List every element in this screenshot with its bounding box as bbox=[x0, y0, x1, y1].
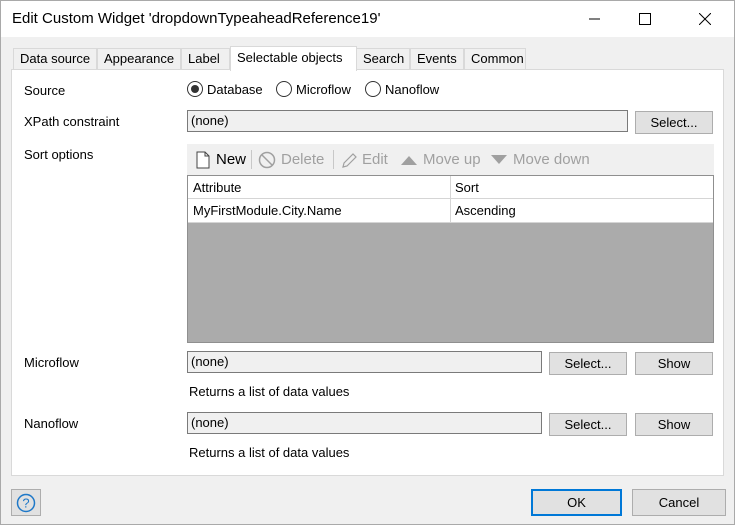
close-icon bbox=[699, 13, 711, 25]
toolbar-divider bbox=[251, 150, 252, 169]
column-header-attribute[interactable]: Attribute bbox=[188, 176, 451, 198]
ok-button[interactable]: OK bbox=[531, 489, 622, 516]
radio-database[interactable]: Database bbox=[187, 81, 263, 97]
maximize-icon bbox=[639, 13, 651, 25]
dialog-window: Edit Custom Widget 'dropdownTypeaheadRef… bbox=[0, 0, 735, 525]
sort-toolbar: New Delete Edit Move up Move down bbox=[187, 144, 714, 175]
toolbar-divider bbox=[333, 150, 334, 169]
tab-label[interactable]: Label bbox=[181, 48, 230, 70]
xpath-field[interactable]: (none) bbox=[187, 110, 628, 132]
nanoflow-label: Nanoflow bbox=[24, 416, 79, 431]
sort-move-down-label: Move down bbox=[513, 151, 590, 168]
sort-new-button[interactable]: New bbox=[195, 144, 246, 175]
radio-checked-icon bbox=[187, 81, 203, 97]
sort-new-label: New bbox=[216, 151, 247, 168]
minimize-icon bbox=[589, 18, 600, 20]
sort-options-grid: Attribute Sort MyFirstModule.City.Name A… bbox=[187, 175, 714, 343]
cancel-button[interactable]: Cancel bbox=[632, 489, 726, 516]
microflow-hint: Returns a list of data values bbox=[189, 384, 350, 399]
sort-delete-button[interactable]: Delete bbox=[258, 144, 324, 175]
tab-events[interactable]: Events bbox=[410, 48, 464, 70]
sort-move-up-label: Move up bbox=[423, 151, 481, 168]
minimize-button[interactable] bbox=[572, 1, 618, 37]
sort-options-label: Sort options bbox=[24, 147, 94, 162]
nanoflow-hint: Returns a list of data values bbox=[189, 445, 350, 460]
title-bar: Edit Custom Widget 'dropdownTypeaheadRef… bbox=[1, 1, 734, 37]
radio-microflow[interactable]: Microflow bbox=[276, 81, 351, 97]
new-document-icon bbox=[196, 151, 210, 168]
xpath-label: XPath constraint bbox=[24, 114, 120, 129]
xpath-select-button[interactable]: Select... bbox=[635, 111, 713, 134]
tab-common[interactable]: Common bbox=[464, 48, 526, 70]
radio-nanoflow[interactable]: Nanoflow bbox=[365, 81, 439, 97]
tab-data-source[interactable]: Data source bbox=[13, 48, 97, 70]
triangle-down-icon bbox=[491, 154, 507, 164]
nanoflow-show-button[interactable]: Show bbox=[635, 413, 713, 436]
delete-icon bbox=[258, 151, 276, 168]
tab-appearance[interactable]: Appearance bbox=[97, 48, 181, 70]
sort-edit-label: Edit bbox=[362, 151, 388, 168]
microflow-select-button[interactable]: Select... bbox=[549, 352, 627, 375]
tab-search[interactable]: Search bbox=[356, 48, 410, 70]
source-label: Source bbox=[24, 83, 66, 98]
microflow-label: Microflow bbox=[24, 355, 79, 370]
sort-delete-label: Delete bbox=[281, 151, 325, 168]
column-header-sort[interactable]: Sort bbox=[451, 176, 713, 198]
microflow-show-button[interactable]: Show bbox=[635, 352, 713, 375]
help-button[interactable]: ? bbox=[11, 489, 41, 516]
radio-microflow-label: Microflow bbox=[296, 81, 351, 97]
close-button[interactable] bbox=[682, 1, 728, 37]
sort-move-up-button[interactable]: Move up bbox=[400, 144, 481, 175]
maximize-button[interactable] bbox=[622, 1, 668, 37]
grid-header: Attribute Sort bbox=[188, 176, 713, 199]
nanoflow-select-button[interactable]: Select... bbox=[549, 413, 627, 436]
sort-move-down-button[interactable]: Move down bbox=[490, 144, 590, 175]
pencil-icon bbox=[342, 152, 357, 168]
cell-attribute: MyFirstModule.City.Name bbox=[188, 199, 451, 222]
help-icon: ? bbox=[16, 493, 36, 512]
radio-nanoflow-label: Nanoflow bbox=[385, 81, 440, 97]
table-row[interactable]: MyFirstModule.City.Name Ascending bbox=[188, 199, 713, 223]
window-title: Edit Custom Widget 'dropdownTypeaheadRef… bbox=[12, 10, 381, 27]
triangle-up-icon bbox=[401, 155, 417, 165]
tab-selectable-objects[interactable]: Selectable objects bbox=[230, 46, 357, 71]
cell-sort: Ascending bbox=[455, 203, 516, 218]
nanoflow-field[interactable]: (none) bbox=[187, 412, 542, 434]
radio-unchecked-icon bbox=[365, 81, 381, 97]
radio-unchecked-icon bbox=[276, 81, 292, 97]
svg-text:?: ? bbox=[22, 495, 29, 510]
radio-database-label: Database bbox=[207, 81, 263, 97]
sort-edit-button[interactable]: Edit bbox=[341, 144, 388, 175]
microflow-field[interactable]: (none) bbox=[187, 351, 542, 373]
